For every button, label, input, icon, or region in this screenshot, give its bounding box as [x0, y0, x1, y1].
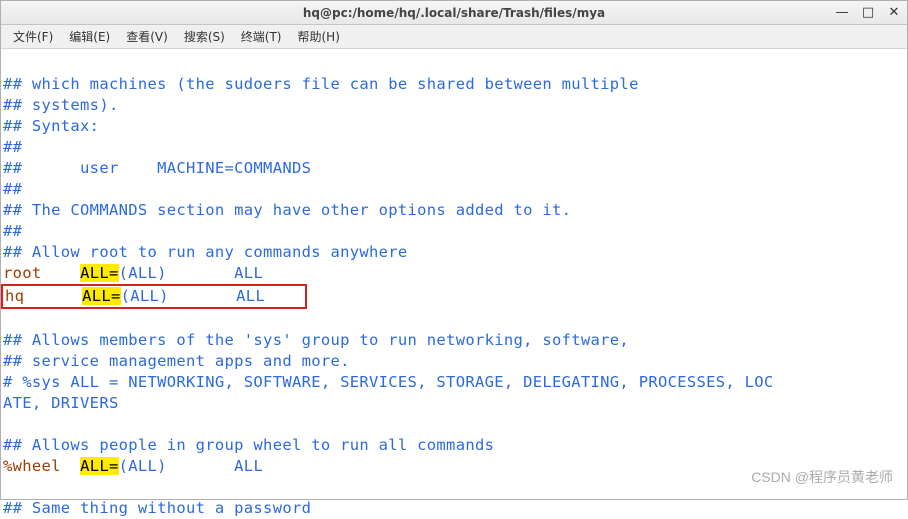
code-line: ## Allows members of the 'sys' group to … [3, 331, 629, 349]
menubar: 文件(F) 编辑(E) 查看(V) 搜索(S) 终端(T) 帮助(H) [1, 25, 907, 49]
code-line: ## which machines (the sudoers file can … [3, 75, 639, 93]
maximize-button[interactable]: □ [859, 3, 877, 21]
sudoers-hq-line-highlighted: hq ALL=(ALL) ALL [1, 284, 307, 309]
code-line: ATE, DRIVERS [3, 394, 119, 412]
code-line: ## Allow root to run any commands anywhe… [3, 243, 408, 261]
close-button[interactable]: ✕ [885, 3, 903, 21]
watermark: CSDN @程序员黄老师 [751, 467, 893, 487]
code-line: ## [3, 138, 22, 156]
code-line: ## user MACHINE=COMMANDS [3, 159, 311, 177]
menu-search[interactable]: 搜索(S) [176, 25, 233, 48]
user-root: root [3, 264, 80, 282]
code-line: ## Allows people in group wheel to run a… [3, 436, 494, 454]
sudoers-root-line: root ALL=(ALL) ALL [3, 264, 263, 282]
sudoers-wheel-line: %wheel ALL=(ALL) ALL [3, 457, 263, 475]
code-line: ## service management apps and more. [3, 352, 350, 370]
user-wheel: %wheel [3, 457, 80, 475]
code-line: ## The COMMANDS section may have other o… [3, 201, 571, 219]
menu-edit[interactable]: 编辑(E) [61, 25, 118, 48]
code-line: ## Syntax: [3, 117, 99, 135]
code-line: ## systems). [3, 96, 119, 114]
menu-view[interactable]: 查看(V) [118, 25, 176, 48]
menu-help[interactable]: 帮助(H) [290, 25, 348, 48]
code-line: ## Same thing without a password [3, 499, 311, 517]
titlebar: hq@pc:/home/hq/.local/share/Trash/files/… [1, 1, 907, 25]
code-line: # %sys ALL = NETWORKING, SOFTWARE, SERVI… [3, 373, 774, 391]
terminal-content[interactable]: ## which machines (the sudoers file can … [1, 49, 907, 519]
minimize-button[interactable]: — [833, 3, 851, 21]
window-controls: — □ ✕ [833, 3, 903, 21]
highlight-all: ALL= [80, 457, 119, 475]
window-title: hq@pc:/home/hq/.local/share/Trash/files/… [303, 6, 605, 20]
code-line: ## [3, 180, 22, 198]
code-line: ## [3, 222, 22, 240]
highlight-all: ALL= [82, 287, 121, 305]
highlight-all: ALL= [80, 264, 119, 282]
user-hq: hq [5, 287, 82, 305]
menu-terminal[interactable]: 终端(T) [233, 25, 290, 48]
menu-file[interactable]: 文件(F) [5, 25, 61, 48]
